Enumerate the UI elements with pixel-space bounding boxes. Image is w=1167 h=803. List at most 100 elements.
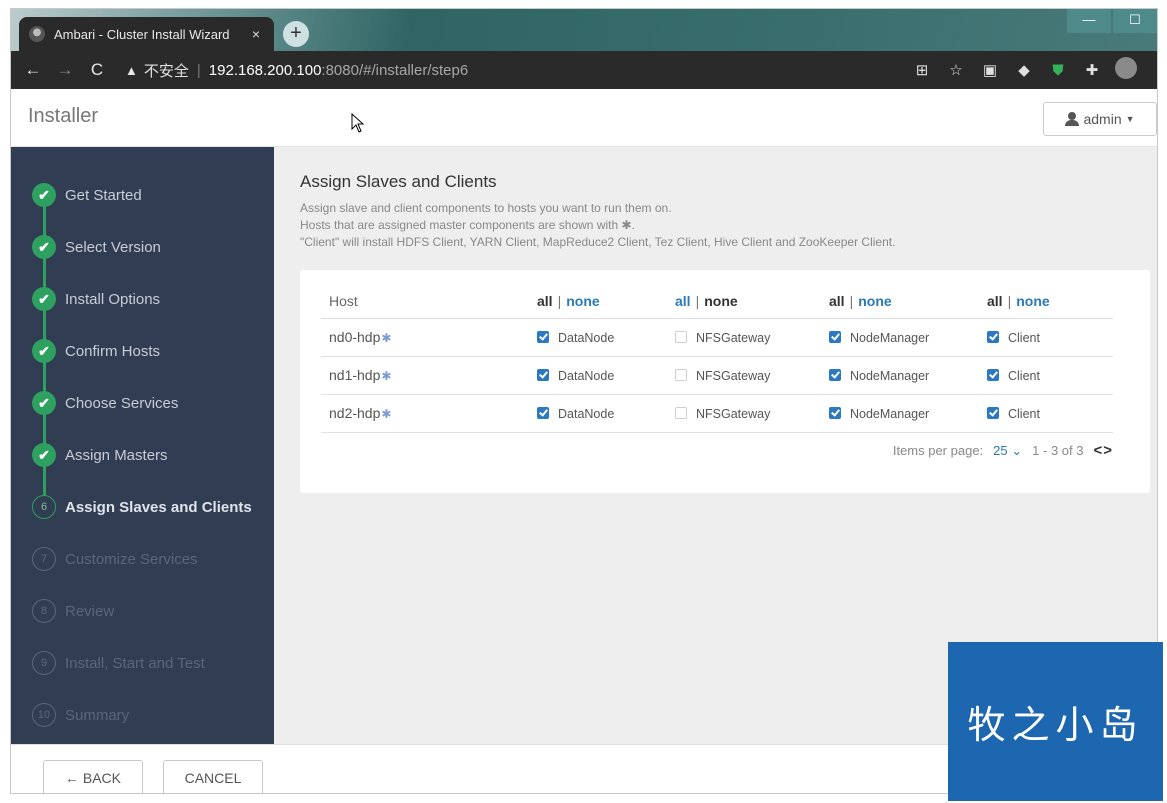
pagination: Items per page: 25 ⌄ 1 - 3 of 3 <> [893, 442, 1113, 459]
datanode-none-link[interactable]: none [566, 293, 599, 309]
component-checkbox[interactable] [537, 406, 549, 419]
datanode-all-link[interactable]: all [537, 293, 553, 309]
host-cell: nd0-hdp✱ [321, 318, 537, 357]
address-bar[interactable]: ▲ 不安全 | 192.168.200.100 :8080/#/installe… [125, 60, 905, 81]
reload-icon[interactable]: C [81, 60, 113, 80]
nfsgateway-all-link[interactable]: all [675, 293, 691, 309]
component-checkbox[interactable] [675, 368, 687, 381]
page-title: Assign Slaves and Clients [300, 172, 497, 191]
step-list: ✔ Get Started ✔ Select Version ✔ Install Opti… [11, 169, 274, 741]
media-icon[interactable]: ▣ [973, 61, 1007, 79]
step-item: 9 Install, Start and Test [11, 637, 274, 689]
page-description: Assign slave and client components to ho… [300, 200, 895, 251]
step-label: Review [65, 602, 115, 620]
description-line-3: "Client" will install HDFS Client, YARN … [300, 235, 896, 249]
star-icon[interactable]: ☆ [939, 61, 973, 79]
ambari-favicon-icon [29, 26, 45, 42]
step-label: Assign Masters [65, 446, 168, 464]
step-item[interactable]: ✔ Get Started [11, 169, 274, 221]
component-checkbox[interactable] [987, 406, 999, 419]
step-label: Summary [65, 706, 130, 724]
app-header: Installer admin ▼ [11, 89, 1157, 147]
host-cell: nd2-hdp✱ [321, 394, 537, 433]
component-label: NodeManager [850, 330, 930, 345]
cancel-button[interactable]: CANCEL [163, 760, 263, 793]
table-row: nd2-hdp✱ DataNode NFSGateway NodeManager Cli… [321, 394, 1113, 433]
step-label: Install, Start and Test [65, 654, 205, 672]
user-menu-button[interactable]: admin ▼ [1043, 102, 1157, 136]
host-name: nd2-hdp [329, 405, 381, 421]
tab-title: Ambari - Cluster Install Wizard [54, 26, 230, 42]
component-cell: NodeManager [829, 394, 987, 433]
page-nav-arrows[interactable]: <> [1093, 442, 1113, 459]
component-checkbox[interactable] [675, 406, 687, 419]
step-item[interactable]: ✔ Install Options [11, 273, 274, 325]
component-checkbox[interactable] [829, 330, 841, 343]
tab-strip: Ambari - Cluster Install Wizard × + — ☐ [11, 9, 1157, 51]
browser-toolbar: ← → C ▲ 不安全 | 192.168.200.100 :8080/#/in… [11, 51, 1157, 89]
back-arrow-icon[interactable]: ← [17, 60, 49, 80]
step-label: Confirm Hosts [65, 342, 161, 360]
client-all-link[interactable]: all [987, 293, 1003, 309]
watermark-logo: 牧之小岛 [948, 642, 1163, 801]
assignment-card: Host all | none all | none all | none all | none [300, 270, 1150, 493]
table-header-row: Host all | none all | none all | none all | none [321, 284, 1113, 319]
tab-close-icon[interactable]: × [248, 26, 264, 42]
profile-icon[interactable] [1109, 57, 1143, 83]
nfsgateway-none-link[interactable]: none [704, 293, 737, 309]
client-header: all | none [987, 284, 1113, 319]
forward-arrow-icon[interactable]: → [49, 60, 81, 80]
browser-tab[interactable]: Ambari - Cluster Install Wizard × [19, 17, 274, 51]
master-star-icon: ✱ [381, 369, 392, 383]
check-circle-icon: ✔ [32, 287, 56, 311]
puzzle-icon[interactable]: ✚ [1075, 61, 1109, 79]
step-item[interactable]: ✔ Confirm Hosts [11, 325, 274, 377]
step-number-icon: 8 [32, 599, 56, 623]
maximize-button[interactable]: ☐ [1113, 9, 1157, 33]
check-circle-icon: ✔ [32, 339, 56, 363]
step-item[interactable]: 6 Assign Slaves and Clients [11, 481, 274, 533]
warning-icon: ▲ [125, 62, 138, 78]
master-star-icon: ✱ [381, 407, 392, 421]
component-label: Client [1008, 406, 1040, 421]
new-tab-button[interactable]: + [283, 21, 309, 47]
component-cell: NFSGateway [675, 356, 829, 395]
client-none-link[interactable]: none [1016, 293, 1049, 309]
address-separator: | [196, 61, 201, 79]
master-star-icon: ✱ [381, 331, 392, 345]
translate-icon[interactable]: ⊞ [905, 61, 939, 79]
component-checkbox[interactable] [675, 330, 687, 343]
step-item[interactable]: ✔ Select Version [11, 221, 274, 273]
component-checkbox[interactable] [537, 368, 549, 381]
component-checkbox[interactable] [829, 406, 841, 419]
step-item[interactable]: ✔ Choose Services [11, 377, 274, 429]
component-cell: Client [987, 356, 1113, 395]
component-label: NodeManager [850, 368, 930, 383]
shield-icon[interactable]: ⛊ [1041, 62, 1075, 79]
component-cell: DataNode [537, 318, 675, 357]
extension-a-icon[interactable]: ◆ [1007, 61, 1041, 79]
url-host: 192.168.200.100 [208, 61, 322, 79]
nodemanager-none-link[interactable]: none [858, 293, 891, 309]
component-checkbox[interactable] [829, 368, 841, 381]
step-item: 10 Summary [11, 689, 274, 741]
host-name: nd1-hdp [329, 367, 381, 383]
items-per-page-select[interactable]: 25 ⌄ [993, 443, 1022, 459]
component-cell: NFSGateway [675, 394, 829, 433]
chevron-down-icon: ⌄ [1011, 442, 1023, 458]
component-cell: NodeManager [829, 356, 987, 395]
mouse-cursor-icon [351, 113, 365, 133]
component-cell: Client [987, 394, 1113, 433]
check-circle-icon: ✔ [32, 183, 56, 207]
minimize-button[interactable]: — [1067, 9, 1111, 33]
component-checkbox[interactable] [987, 368, 999, 381]
component-checkbox[interactable] [987, 330, 999, 343]
description-line-2: Hosts that are assigned master component… [300, 218, 635, 232]
step-item[interactable]: ✔ Assign Masters [11, 429, 274, 481]
step-label: Install Options [65, 290, 161, 308]
back-button[interactable]: ← BACK [43, 760, 143, 793]
nodemanager-all-link[interactable]: all [829, 293, 845, 309]
component-checkbox[interactable] [537, 330, 549, 343]
user-icon [1065, 112, 1080, 126]
component-label: DataNode [558, 330, 615, 345]
